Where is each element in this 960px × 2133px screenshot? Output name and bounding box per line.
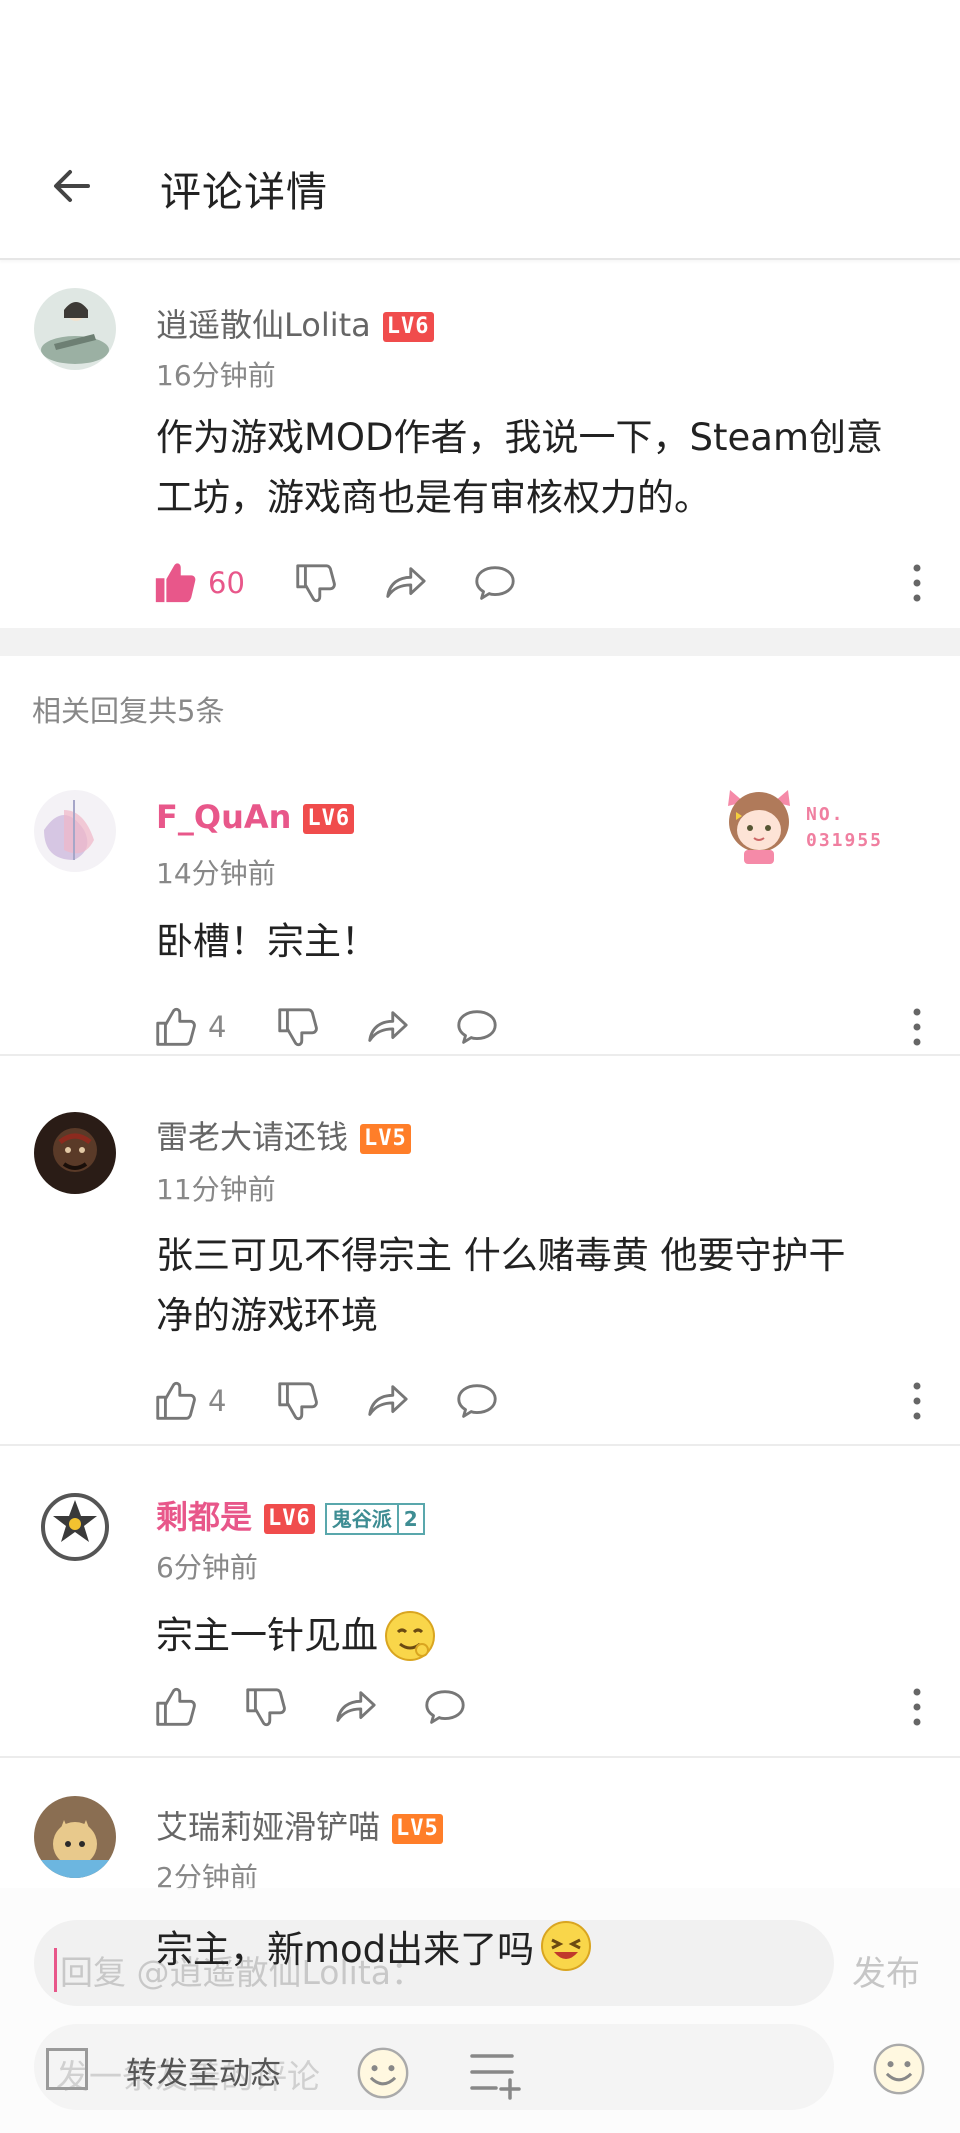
comment-bubble-icon	[472, 560, 518, 606]
comment-time: 16分钟前	[156, 359, 276, 392]
level-badge: LV6	[382, 312, 434, 342]
level-badge: LV6	[303, 804, 355, 834]
comment-text: 作为游戏MOD作者，我说一下，Steam创意 工坊，游戏商也是有审核权力的。	[156, 416, 884, 519]
text-cursor	[54, 1948, 57, 1992]
fan-badge: NO. 031955	[716, 776, 906, 866]
thumb-up-icon	[152, 1378, 198, 1424]
like-button[interactable]: 4	[152, 1376, 226, 1426]
comment-text: 张三可见不得宗主 什么赌毒黄 他要守护干 净的游戏环境	[156, 1234, 846, 1337]
comment-text: 宗主，新mod出来了吗	[156, 1918, 594, 1974]
level-badge: LV5	[392, 1814, 443, 1844]
more-options-icon[interactable]	[902, 558, 932, 608]
reply-button[interactable]	[454, 1376, 500, 1426]
section-divider	[0, 628, 960, 656]
user-avatar[interactable]	[34, 1486, 116, 1568]
back-arrow-icon[interactable]	[48, 160, 100, 212]
page-title: 评论详情	[160, 168, 328, 216]
like-count: 60	[208, 566, 245, 600]
laughing-emoji-icon	[541, 1921, 592, 1971]
repost-label: 转发至动态	[126, 2056, 281, 2092]
username[interactable]: 艾瑞莉娅滑铲喵 LV5	[156, 1802, 443, 1848]
share-button[interactable]	[364, 1376, 410, 1426]
user-avatar[interactable]	[34, 288, 116, 370]
user-avatar[interactable]	[34, 1112, 116, 1194]
share-arrow-icon	[364, 1004, 410, 1050]
comment-time: 6分钟前	[156, 1551, 258, 1584]
thumb-down-icon	[274, 1378, 320, 1424]
username[interactable]: F_QuAn LV6	[156, 798, 355, 836]
comment-actions: 60	[152, 558, 932, 608]
reply-button[interactable]	[422, 1682, 468, 1732]
thumb-down-icon	[242, 1684, 288, 1730]
comment-actions: 4	[152, 1002, 932, 1052]
divider	[0, 1054, 960, 1056]
dislike-button[interactable]	[274, 1002, 320, 1052]
smirk-emoji-icon	[385, 1611, 435, 1661]
top-app-bar: 评论详情	[0, 0, 960, 260]
dislike-button[interactable]	[292, 558, 338, 608]
more-options-icon[interactable]	[902, 1376, 932, 1426]
username[interactable]: 剩都是 LV6 鬼谷派 2	[156, 1492, 425, 1538]
reply-button[interactable]	[454, 1002, 500, 1052]
thumb-up-icon	[152, 1684, 198, 1730]
share-button[interactable]	[332, 1682, 378, 1732]
faction-badge: 鬼谷派 2	[324, 1503, 425, 1535]
comment-time: 11分钟前	[156, 1173, 276, 1206]
emoji-icon[interactable]	[354, 2044, 412, 2102]
comment-bubble-icon	[454, 1378, 500, 1424]
thumb-up-filled-icon	[152, 560, 198, 606]
level-badge: LV6	[264, 1504, 315, 1534]
divider	[0, 1444, 960, 1446]
share-arrow-icon	[382, 560, 428, 606]
emoji-icon[interactable]	[870, 2040, 928, 2098]
username[interactable]: 雷老大请还钱 LV5	[156, 1112, 411, 1158]
share-button[interactable]	[364, 1002, 410, 1052]
user-avatar[interactable]	[34, 1796, 116, 1878]
dislike-button[interactable]	[274, 1376, 320, 1426]
thumb-down-icon	[274, 1004, 320, 1050]
comment-text: 卧槽！宗主！	[156, 920, 378, 963]
comment-time: 14分钟前	[156, 857, 276, 890]
like-button[interactable]: 60	[152, 558, 245, 608]
publish-button[interactable]: 发布	[852, 1946, 920, 1995]
share-arrow-icon	[364, 1378, 410, 1424]
username[interactable]: 逍遥散仙Lolita LV6	[156, 300, 434, 346]
anime-girl-avatar-icon	[728, 790, 790, 864]
share-button[interactable]	[382, 558, 428, 608]
comment-text: 宗主一针见血	[156, 1606, 936, 1666]
more-options-icon[interactable]	[902, 1682, 932, 1732]
reply-button[interactable]	[472, 558, 518, 608]
like-button[interactable]: 4	[152, 1002, 226, 1052]
like-button[interactable]	[152, 1682, 198, 1732]
comment-actions	[152, 1682, 932, 1732]
like-count: 4	[208, 1384, 227, 1418]
level-badge: LV5	[360, 1124, 411, 1154]
like-count: 4	[208, 1010, 227, 1044]
dislike-button[interactable]	[242, 1682, 288, 1732]
related-replies-count: 相关回复共5条	[32, 694, 225, 728]
more-options-icon[interactable]	[902, 1002, 932, 1052]
add-list-icon[interactable]	[470, 2048, 528, 2100]
thumb-down-icon	[292, 560, 338, 606]
comment-bubble-icon	[422, 1684, 468, 1730]
thumb-up-icon	[152, 1004, 198, 1050]
user-avatar[interactable]	[34, 790, 116, 872]
share-arrow-icon	[332, 1684, 378, 1730]
comment-actions: 4	[152, 1376, 932, 1426]
divider	[0, 1756, 960, 1758]
comment-bubble-icon	[454, 1004, 500, 1050]
repost-checkbox[interactable]	[46, 2048, 88, 2090]
